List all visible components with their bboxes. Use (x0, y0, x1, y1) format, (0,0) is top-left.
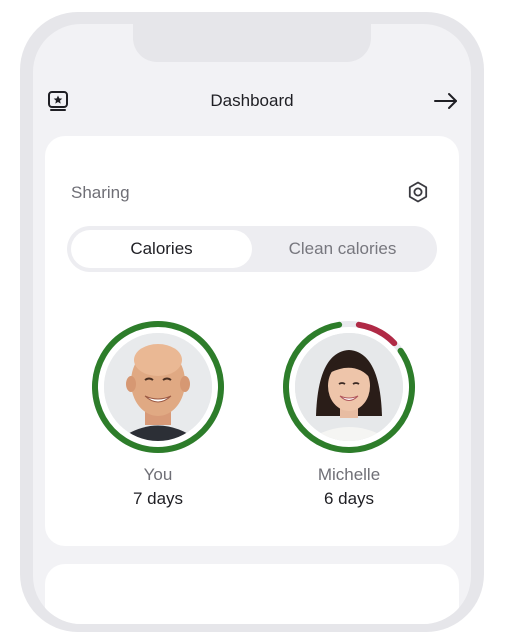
gear-icon[interactable] (406, 180, 430, 204)
page-title: Dashboard (210, 91, 294, 110)
metric-segmented-control: Calories Clean calories (67, 226, 437, 272)
sharing-card: Sharing Calories Clean calories You 7 da… (45, 136, 459, 546)
avatar (91, 321, 224, 453)
person-you[interactable]: You 7 days (83, 312, 233, 512)
person-name: Michelle (317, 465, 381, 484)
arrow-right-icon[interactable] (433, 90, 459, 112)
app-screen: Dashboard Sharing Calories Clean calorie… (33, 24, 471, 624)
top-bar: Dashboard (33, 86, 471, 116)
device-notch (133, 24, 371, 62)
next-card (45, 564, 459, 624)
person-name: You (143, 465, 173, 484)
tab-clean-calories[interactable]: Clean calories (252, 230, 433, 268)
section-title: Sharing (71, 183, 130, 202)
streak-days: 6 days (323, 489, 375, 508)
person-michelle[interactable]: Michelle 6 days (274, 312, 424, 512)
avatar (283, 321, 415, 453)
streak-days: 7 days (132, 489, 184, 508)
tab-calories[interactable]: Calories (71, 230, 252, 268)
